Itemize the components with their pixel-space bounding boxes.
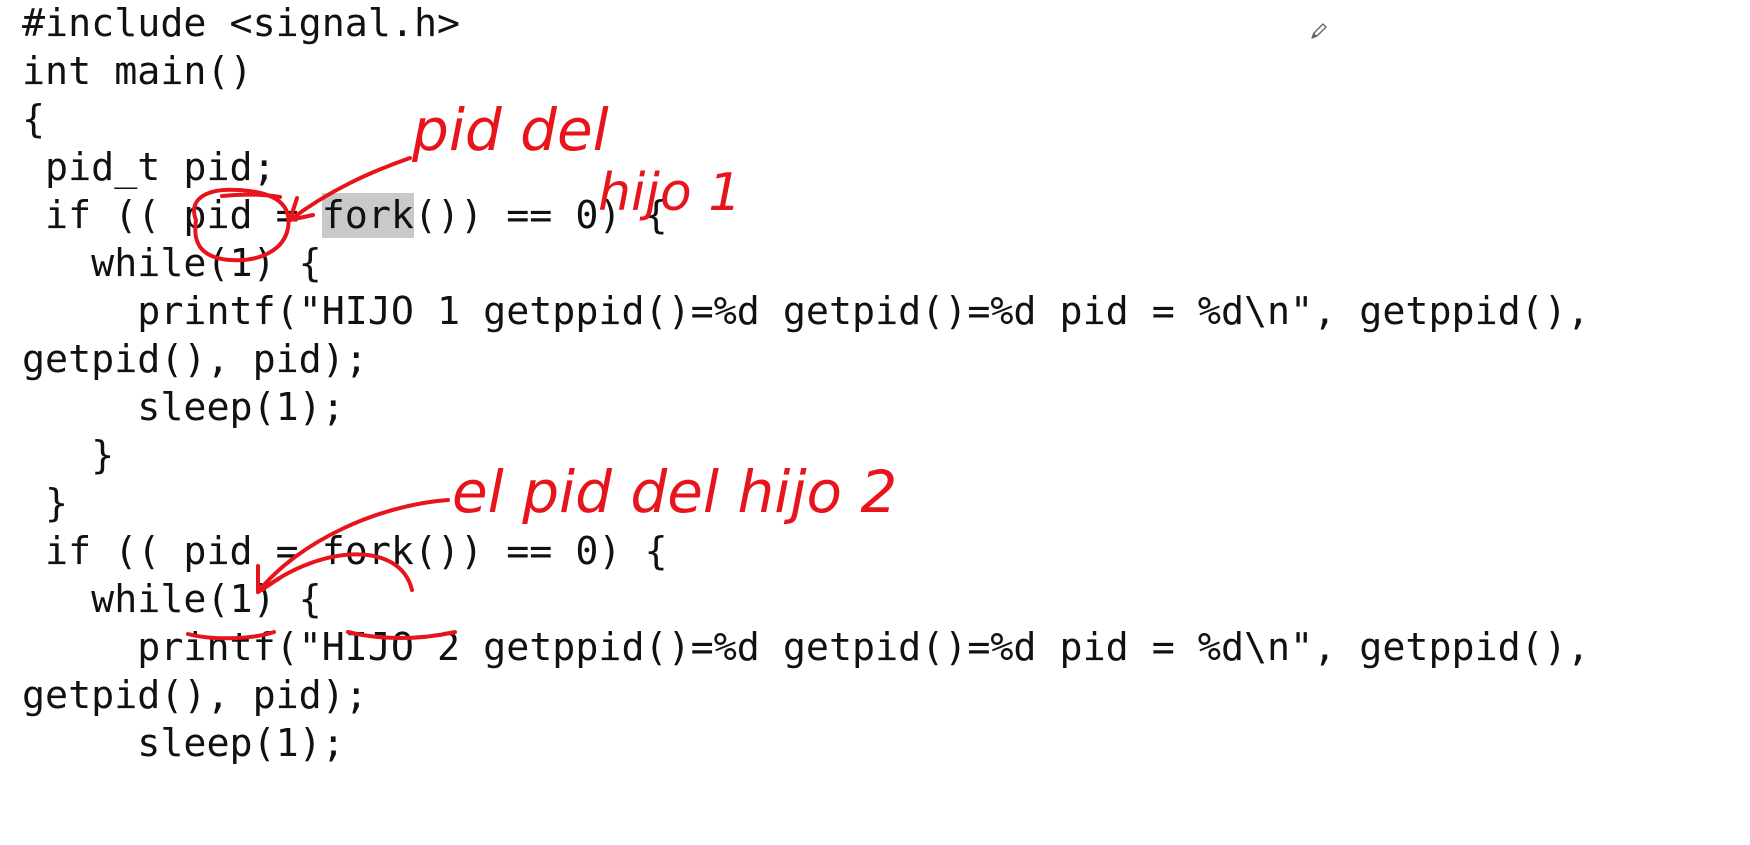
pencil-icon[interactable] (1308, 20, 1330, 42)
code-line: printf("HIJO 2 getppid()=%d getpid()=%d … (22, 625, 1590, 670)
code-line: if (( pid = fork()) == 0) { (22, 529, 668, 574)
code-line: getpid(), pid); (22, 337, 368, 382)
code-line: sleep(1); (22, 721, 345, 766)
code-line: } (22, 433, 115, 478)
code-line: } (22, 481, 69, 526)
code-line: #include <signal.h> (22, 1, 461, 46)
highlighted-fork: fork (321, 193, 414, 238)
code-fragment: ()) == 0) { (413, 193, 668, 238)
code-line: pid_t pid; (22, 145, 276, 190)
code-line: printf("HIJO 1 getppid()=%d getpid()=%d … (22, 289, 1590, 334)
code-line: if (( pid = fork()) == 0) { (22, 192, 1590, 240)
slide-page: #include <signal.h> int main(){ pid_t pid… (0, 0, 1750, 845)
code-line: { (22, 97, 46, 142)
code-line: while(1) { (22, 241, 322, 286)
code-block: #include <signal.h> int main(){ pid_t pid… (22, 0, 1590, 768)
code-line: sleep(1); (22, 385, 345, 430)
code-line: getpid(), pid); (22, 673, 368, 718)
code-line: while(1) { (22, 577, 322, 622)
code-fragment: if (( pid = (22, 193, 322, 238)
code-line: int main() (22, 49, 253, 94)
